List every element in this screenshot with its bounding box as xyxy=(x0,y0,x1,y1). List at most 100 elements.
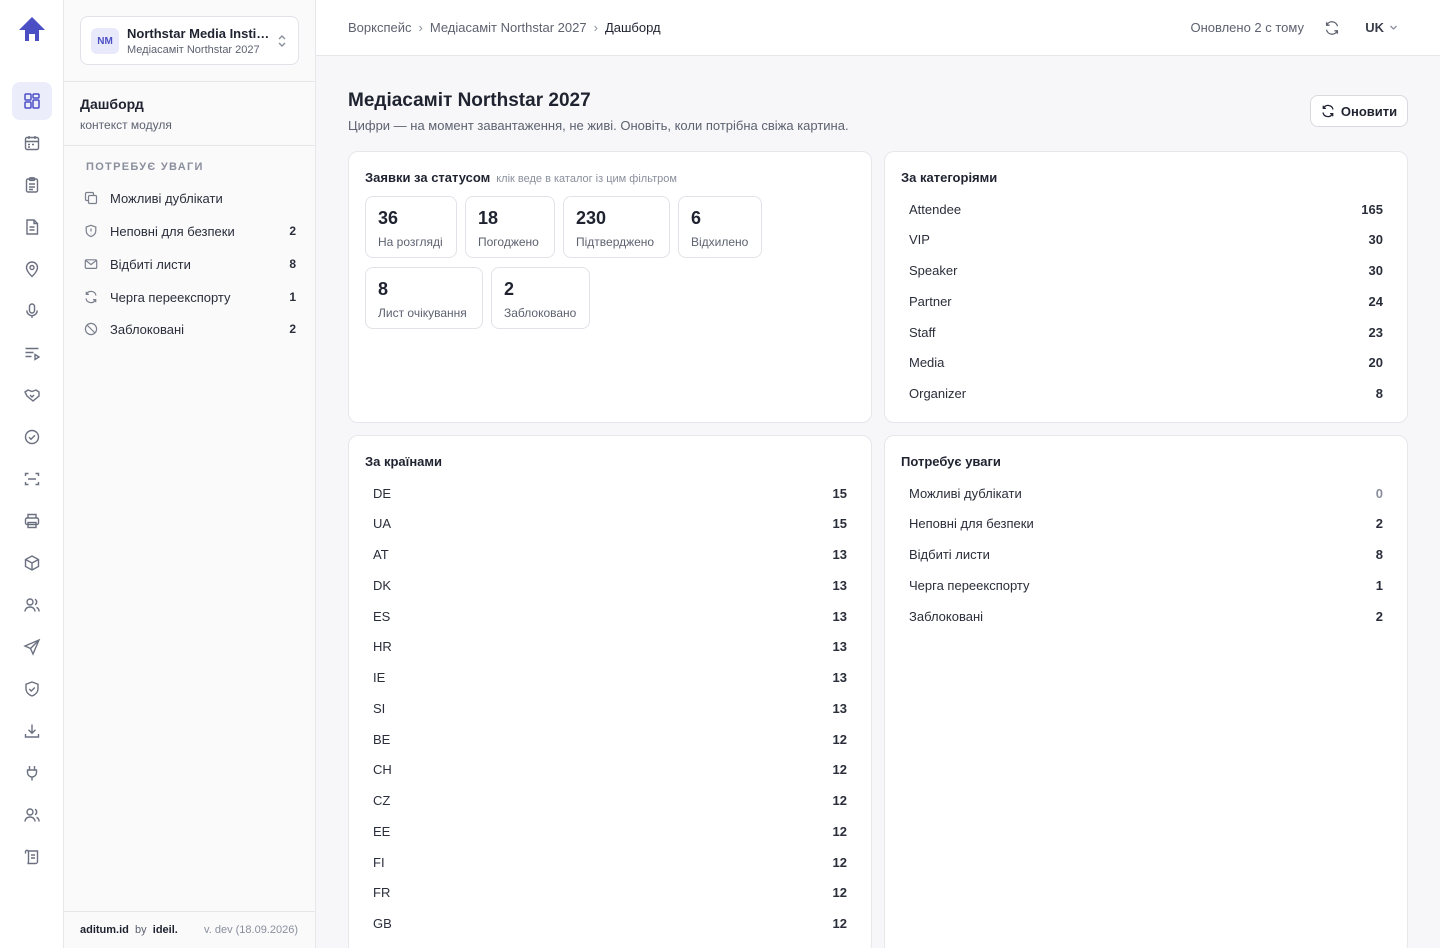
list-item[interactable]: ES 13 xyxy=(373,606,847,626)
mail-icon xyxy=(84,259,98,270)
sidebar-item-blocked[interactable]: Заблоковані 2 xyxy=(84,317,296,341)
sidebar-item-count: 2 xyxy=(289,224,296,238)
list-item[interactable]: Staff 23 xyxy=(909,322,1383,342)
list-item[interactable]: HR 13 xyxy=(373,636,847,656)
status-tile-confirmed[interactable]: 230 Підтверджено xyxy=(563,196,670,258)
row-value: 24 xyxy=(1368,293,1383,309)
rail-package[interactable] xyxy=(12,544,52,582)
list-item[interactable]: Заблоковані 2 xyxy=(909,606,1383,626)
plug-icon xyxy=(26,766,38,781)
rail-location[interactable] xyxy=(12,250,52,288)
sidebar-item-label: Можливі дублікати xyxy=(110,190,223,206)
divider xyxy=(64,145,315,146)
list-item[interactable]: CZ 12 xyxy=(373,790,847,810)
tile-value: 36 xyxy=(378,208,399,228)
status-tile-waitlist[interactable]: 8 Лист очікування xyxy=(365,267,483,329)
list-item[interactable]: Відбиті листи 8 xyxy=(909,544,1383,564)
sidebar-item-count: 8 xyxy=(289,257,296,271)
list-item[interactable]: DK 13 xyxy=(373,575,847,595)
row-label: Attendee xyxy=(909,201,962,217)
language-selector[interactable]: UK xyxy=(1365,20,1398,35)
app-logo-icon[interactable] xyxy=(16,14,48,46)
list-item[interactable]: BE 12 xyxy=(373,729,847,749)
row-label: CH xyxy=(373,761,392,777)
list-item[interactable]: AT 13 xyxy=(373,544,847,564)
rail-dashboard[interactable] xyxy=(12,82,52,120)
list-item[interactable]: EE 12 xyxy=(373,821,847,841)
breadcrumb-separator: › xyxy=(418,20,423,35)
row-label: AT xyxy=(373,546,389,562)
rail-agenda[interactable] xyxy=(12,334,52,372)
page-title: Медіасаміт Northstar 2027 xyxy=(348,90,591,111)
rail-scan[interactable] xyxy=(12,460,52,498)
refresh-button[interactable]: Оновити xyxy=(1310,95,1408,127)
rail-partners[interactable] xyxy=(12,376,52,414)
breadcrumb: Воркспейс › Медіасаміт Northstar 2027 › … xyxy=(348,20,661,35)
list-item[interactable]: Partner 24 xyxy=(909,291,1383,311)
list-item[interactable]: Черга переекспорту 1 xyxy=(909,575,1383,595)
rail-export[interactable] xyxy=(12,712,52,750)
breadcrumb-event[interactable]: Медіасаміт Northstar 2027 xyxy=(430,20,587,35)
chevron-down-icon xyxy=(1390,25,1397,30)
list-item[interactable]: UA 15 xyxy=(373,513,847,533)
sidebar-item-reexport[interactable]: Черга переекспорту 1 xyxy=(84,285,296,309)
workspace-name: Northstar Media Institute xyxy=(127,26,273,41)
rail-people[interactable] xyxy=(12,586,52,624)
rail-integrations[interactable] xyxy=(12,754,52,792)
list-item[interactable]: DE 15 xyxy=(373,483,847,503)
row-label: DK xyxy=(373,577,392,593)
list-item[interactable]: FR 12 xyxy=(373,882,847,902)
rail-print[interactable] xyxy=(12,502,52,540)
rail-checkin[interactable] xyxy=(12,418,52,456)
rail-team[interactable] xyxy=(12,796,52,834)
sidebar-footer: aditum.id by ideil. v. dev (18.09.2026) xyxy=(64,911,315,948)
list-item[interactable]: Organizer 8 xyxy=(909,383,1383,403)
rail-calendar[interactable] xyxy=(12,124,52,162)
location-icon xyxy=(25,261,39,278)
refresh-icon xyxy=(85,290,97,304)
context-sidebar: NM Northstar Media Institute Медіасаміт … xyxy=(64,0,316,948)
row-label: Organizer xyxy=(909,385,967,401)
breadcrumb-separator: › xyxy=(593,20,598,35)
list-item[interactable]: Media 20 xyxy=(909,352,1383,372)
list-item[interactable]: VIP 30 xyxy=(909,229,1383,249)
workspace-switcher[interactable]: NM Northstar Media Institute Медіасаміт … xyxy=(80,16,299,65)
list-item[interactable]: CH 12 xyxy=(373,759,847,779)
row-value: 30 xyxy=(1368,231,1383,247)
app-version: v. dev (18.09.2026) xyxy=(204,924,298,936)
status-tile-approved[interactable]: 18 Погоджено xyxy=(465,196,555,258)
row-value: 13 xyxy=(832,669,847,685)
row-label: ES xyxy=(373,608,391,624)
countries-card: За країнами DE 15 UA 15 AT 13 DK 13 ES 13 HR 1… xyxy=(348,435,872,948)
refresh-icon[interactable] xyxy=(1324,20,1340,36)
list-item[interactable]: IE 13 xyxy=(373,667,847,687)
scan-icon xyxy=(24,472,40,486)
rail-logs[interactable] xyxy=(12,838,52,876)
tile-label: Відхилено xyxy=(691,235,749,249)
categories-card: За категоріями Attendee 165 VIP 30 Speaker… xyxy=(884,151,1408,423)
list-item[interactable]: Можливі дублікати 0 xyxy=(909,483,1383,503)
list-item[interactable]: Speaker 30 xyxy=(909,260,1383,280)
rail-microphone[interactable] xyxy=(12,292,52,330)
breadcrumb-workspace[interactable]: Воркспейс xyxy=(348,20,412,35)
rail-document[interactable] xyxy=(12,208,52,246)
row-value: 13 xyxy=(832,577,847,593)
list-item[interactable]: Attendee 165 xyxy=(909,199,1383,219)
row-value: 12 xyxy=(832,915,847,931)
rail-security[interactable] xyxy=(12,670,52,708)
rail-clipboard[interactable] xyxy=(12,166,52,204)
status-tile-rejected[interactable]: 6 Відхилено xyxy=(678,196,762,258)
list-item[interactable]: Неповні для безпеки 2 xyxy=(909,513,1383,533)
row-value: 165 xyxy=(1361,201,1383,217)
row-value: 30 xyxy=(1368,262,1383,278)
status-tile-blocked[interactable]: 2 Заблоковано xyxy=(491,267,590,329)
rail-send[interactable] xyxy=(12,628,52,666)
list-item[interactable]: FI 12 xyxy=(373,852,847,872)
sidebar-item-duplicates[interactable]: Можливі дублікати xyxy=(84,186,296,210)
sidebar-item-bounced[interactable]: Відбиті листи 8 xyxy=(84,252,296,276)
sidebar-item-security-incomplete[interactable]: Неповні для безпеки 2 xyxy=(84,219,296,243)
list-item[interactable]: SI 13 xyxy=(373,698,847,718)
status-tile-review[interactable]: 36 На розгляді xyxy=(365,196,457,258)
list-item[interactable]: GB 12 xyxy=(373,913,847,933)
module-title: Дашборд xyxy=(80,96,144,112)
